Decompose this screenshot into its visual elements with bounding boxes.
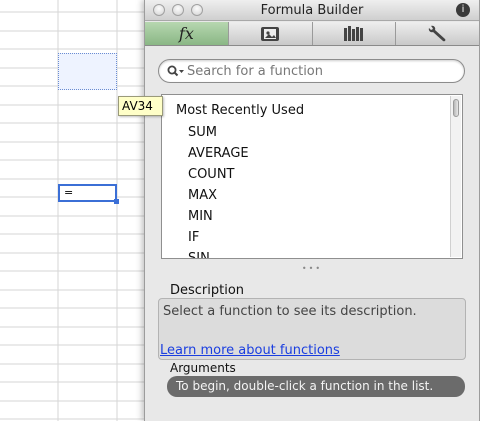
window-title: Formula Builder <box>260 3 364 18</box>
active-cell-value: = <box>64 186 74 199</box>
function-items: SUM AVERAGE COUNT MAX MIN IF SIN <box>188 124 249 258</box>
arguments-label: Arguments <box>170 361 236 375</box>
search-icon[interactable] <box>167 65 185 78</box>
search-input[interactable] <box>187 63 457 80</box>
list-item[interactable]: MIN <box>188 208 249 229</box>
info-icon[interactable]: i <box>456 3 470 17</box>
tab-formula-builder[interactable]: fx <box>145 22 229 45</box>
selected-cell-range[interactable] <box>58 53 117 90</box>
list-item[interactable]: MAX <box>188 187 249 208</box>
tab-media-browser[interactable] <box>229 22 313 45</box>
list-item[interactable]: AVERAGE <box>188 145 249 166</box>
tab-scrapbook[interactable] <box>396 22 479 45</box>
wrench-icon <box>428 25 446 41</box>
function-list[interactable]: Most Recently Used SUM AVERAGE COUNT MAX… <box>161 94 463 259</box>
tab-object-library[interactable] <box>313 22 397 45</box>
list-item[interactable]: COUNT <box>188 166 249 187</box>
list-item[interactable]: IF <box>188 229 249 250</box>
cell-reference-tooltip: AV34 <box>118 96 163 116</box>
scrollbar-thumb[interactable] <box>453 99 459 117</box>
pane-splitter-handle[interactable]: ••• <box>145 264 479 273</box>
library-icon <box>343 26 363 41</box>
learn-more-link[interactable]: Learn more about functions <box>160 343 340 358</box>
fill-handle[interactable] <box>114 199 119 204</box>
list-scrollbar[interactable] <box>450 96 461 257</box>
arguments-hint: To begin, double-click a function in the… <box>176 379 434 393</box>
description-text: Select a function to see its description… <box>163 304 417 319</box>
arguments-box: To begin, double-click a function in the… <box>167 376 465 397</box>
media-browser-icon <box>261 26 280 41</box>
list-item[interactable]: SUM <box>188 124 249 145</box>
toolbox-tabs: fx <box>145 22 479 46</box>
function-search-field[interactable] <box>158 59 465 83</box>
list-item[interactable]: SIN <box>188 250 249 258</box>
title-bar[interactable]: Formula Builder i <box>145 0 479 21</box>
formula-builder-window: Formula Builder i fx Search for a functi… <box>144 0 480 421</box>
active-cell-editor[interactable]: = <box>58 184 119 204</box>
description-label: Description <box>170 283 245 298</box>
fx-icon: fx <box>178 24 194 43</box>
list-heading: Most Recently Used <box>176 103 305 118</box>
